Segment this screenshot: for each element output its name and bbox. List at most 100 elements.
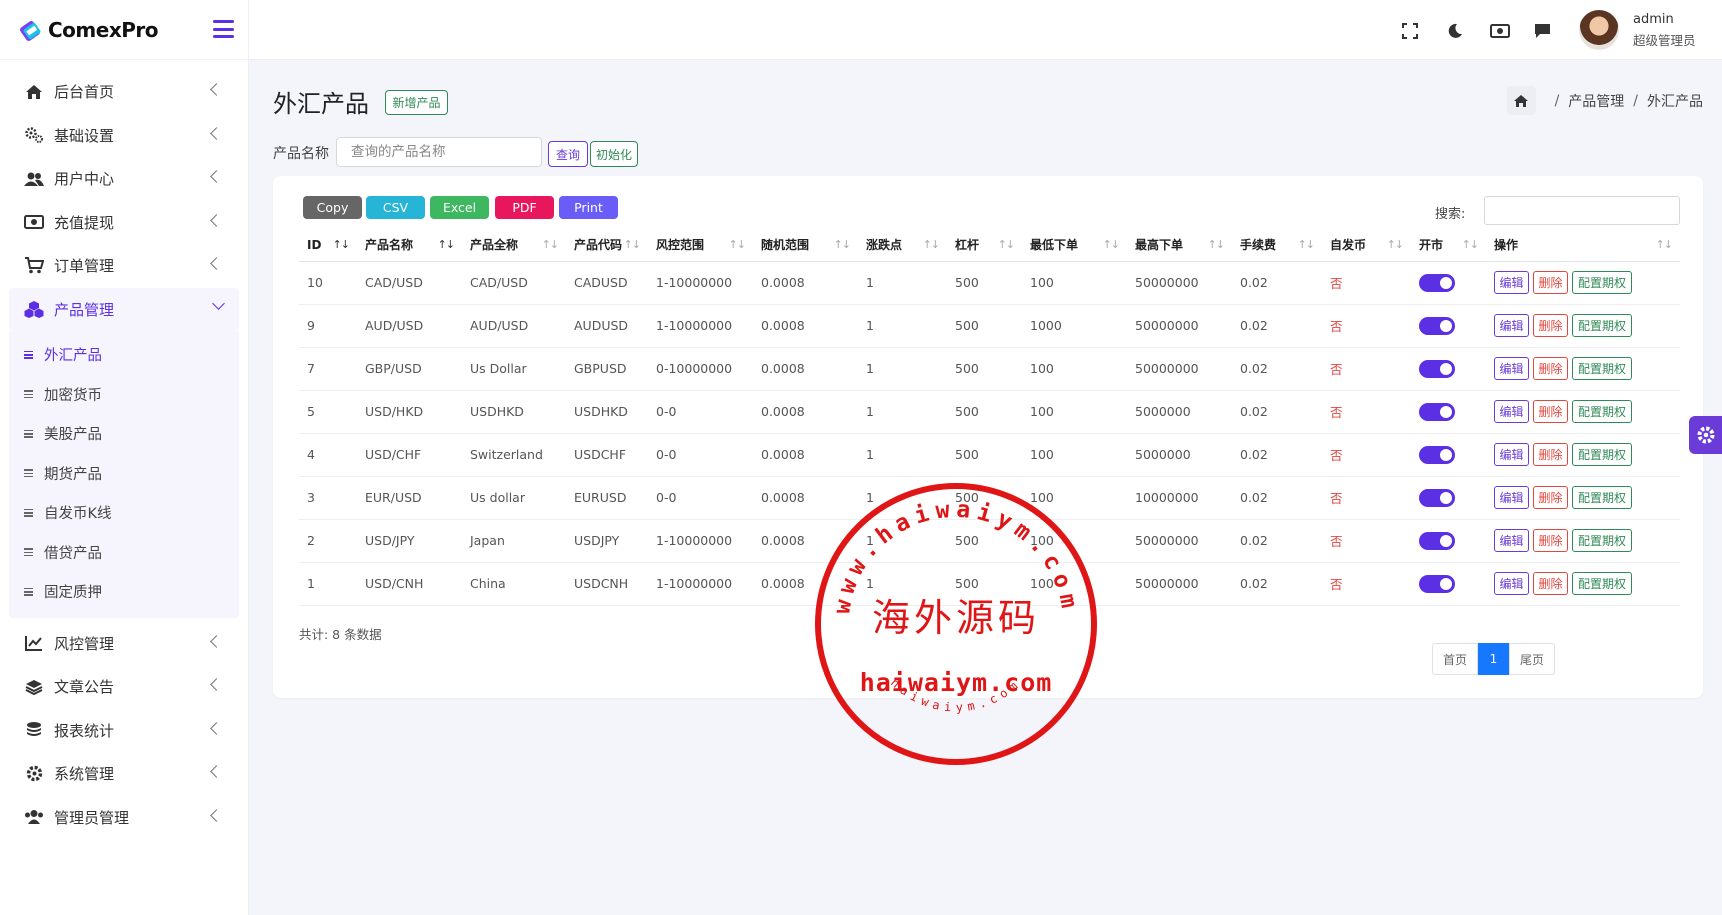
theme-settings-button[interactable]: [1689, 416, 1722, 454]
edit-button[interactable]: 编辑: [1494, 314, 1529, 337]
sort-icon[interactable]: ↑↓: [1208, 238, 1225, 251]
sort-icon[interactable]: ↑↓: [333, 238, 350, 251]
column-header[interactable]: 产品代码 ↑↓: [566, 229, 648, 262]
user-name[interactable]: admin: [1633, 12, 1674, 27]
column-header[interactable]: 开市 ↑↓: [1411, 229, 1486, 262]
column-header[interactable]: 操作 ↑↓: [1486, 229, 1680, 262]
sidebar-item-reports[interactable]: 报表统计: [0, 709, 248, 753]
sort-icon[interactable]: ↑↓: [729, 238, 746, 251]
sort-icon[interactable]: ↑↓: [923, 238, 940, 251]
column-header[interactable]: 自发币 ↑↓: [1322, 229, 1411, 262]
sort-icon[interactable]: ↑↓: [1103, 238, 1120, 251]
market-open-toggle[interactable]: [1419, 531, 1455, 550]
delete-button[interactable]: 删除: [1533, 486, 1568, 509]
delete-button[interactable]: 删除: [1533, 314, 1568, 337]
column-header[interactable]: 风控范围 ↑↓: [648, 229, 753, 262]
edit-button[interactable]: 编辑: [1494, 572, 1529, 595]
edit-button[interactable]: 编辑: [1494, 357, 1529, 380]
market-open-toggle[interactable]: [1419, 316, 1455, 335]
sidebar-item-basic-settings[interactable]: 基础设置: [0, 114, 248, 158]
sidebar-item-risk[interactable]: 风控管理: [0, 622, 248, 666]
delete-button[interactable]: 删除: [1533, 529, 1568, 552]
sidebar-item-system[interactable]: 系统管理: [0, 752, 248, 796]
copy-button[interactable]: Copy: [303, 196, 362, 219]
menu-toggle-icon[interactable]: [213, 20, 234, 38]
print-button[interactable]: Print: [559, 196, 618, 219]
product-name-search-input[interactable]: [336, 137, 542, 167]
sort-icon[interactable]: ↑↓: [438, 238, 455, 251]
delete-button[interactable]: 删除: [1533, 271, 1568, 294]
sidebar-item-dashboard[interactable]: 后台首页: [0, 70, 248, 114]
sort-icon[interactable]: ↑↓: [998, 238, 1015, 251]
edit-button[interactable]: 编辑: [1494, 443, 1529, 466]
delete-button[interactable]: 删除: [1533, 357, 1568, 380]
table-search-input[interactable]: [1484, 196, 1680, 225]
avatar[interactable]: [1579, 10, 1619, 50]
pdf-button[interactable]: PDF: [495, 196, 554, 219]
config-options-button[interactable]: 配置期权: [1572, 572, 1632, 595]
sort-icon[interactable]: ↑↓: [542, 238, 559, 251]
config-options-button[interactable]: 配置期权: [1572, 271, 1632, 294]
sort-icon[interactable]: ↑↓: [624, 238, 641, 251]
csv-button[interactable]: CSV: [366, 196, 425, 219]
sort-icon[interactable]: ↑↓: [1298, 238, 1315, 251]
config-options-button[interactable]: 配置期权: [1572, 314, 1632, 337]
market-open-toggle[interactable]: [1419, 359, 1455, 378]
edit-button[interactable]: 编辑: [1494, 486, 1529, 509]
sort-icon[interactable]: ↑↓: [834, 238, 851, 251]
column-header[interactable]: 涨跌点 ↑↓: [858, 229, 947, 262]
sort-icon[interactable]: ↑↓: [1462, 238, 1479, 251]
column-header[interactable]: 产品全称 ↑↓: [462, 229, 566, 262]
edit-button[interactable]: 编辑: [1494, 529, 1529, 552]
market-open-toggle[interactable]: [1419, 488, 1455, 507]
delete-button[interactable]: 删除: [1533, 572, 1568, 595]
breadcrumb-item[interactable]: 产品管理: [1568, 91, 1624, 111]
sidebar-subitem-us-stocks[interactable]: 美股产品: [9, 414, 239, 454]
delete-button[interactable]: 删除: [1533, 443, 1568, 466]
sidebar-subitem-crypto[interactable]: 加密货币: [9, 375, 239, 415]
column-header[interactable]: 最高下单 ↑↓: [1127, 229, 1232, 262]
column-header[interactable]: 手续费 ↑↓: [1232, 229, 1322, 262]
fullscreen-icon[interactable]: [1401, 22, 1419, 40]
config-options-button[interactable]: 配置期权: [1572, 400, 1632, 423]
last-page-button[interactable]: 尾页: [1509, 643, 1555, 675]
config-options-button[interactable]: 配置期权: [1572, 357, 1632, 380]
sidebar-item-orders[interactable]: 订单管理: [0, 244, 248, 288]
sidebar-item-products[interactable]: 产品管理: [9, 287, 239, 331]
market-open-toggle[interactable]: [1419, 574, 1455, 593]
sidebar-item-user-center[interactable]: 用户中心: [0, 157, 248, 201]
logo[interactable]: ComexPro: [0, 0, 248, 60]
market-open-toggle[interactable]: [1419, 445, 1455, 464]
dark-mode-moon-icon[interactable]: [1446, 22, 1464, 40]
column-header[interactable]: 杠杆 ↑↓: [947, 229, 1022, 262]
config-options-button[interactable]: 配置期权: [1572, 486, 1632, 509]
currency-icon[interactable]: [1490, 22, 1510, 40]
sidebar-subitem-staking[interactable]: 固定质押: [9, 572, 239, 612]
message-icon[interactable]: [1533, 22, 1552, 40]
column-header[interactable]: 产品名称 ↑↓: [357, 229, 462, 262]
sidebar-subitem-forex[interactable]: 外汇产品: [9, 335, 239, 375]
edit-button[interactable]: 编辑: [1494, 400, 1529, 423]
sidebar-item-admins[interactable]: 管理员管理: [0, 796, 248, 840]
column-header[interactable]: ID ↑↓: [299, 229, 357, 262]
config-options-button[interactable]: 配置期权: [1572, 443, 1632, 466]
sidebar-subitem-futures[interactable]: 期货产品: [9, 454, 239, 494]
reset-button[interactable]: 初始化: [590, 141, 638, 167]
add-product-button[interactable]: 新增产品: [385, 90, 448, 115]
excel-button[interactable]: Excel: [430, 196, 489, 219]
column-header[interactable]: 最低下单 ↑↓: [1022, 229, 1127, 262]
query-button[interactable]: 查询: [548, 141, 588, 167]
first-page-button[interactable]: 首页: [1432, 643, 1478, 675]
sort-icon[interactable]: ↑↓: [1387, 238, 1404, 251]
sidebar-item-recharge[interactable]: 充值提现: [0, 201, 248, 245]
sidebar-subitem-own-coin-kline[interactable]: 自发币K线: [9, 493, 239, 533]
page-1-button[interactable]: 1: [1478, 643, 1509, 675]
market-open-toggle[interactable]: [1419, 402, 1455, 421]
market-open-toggle[interactable]: [1419, 273, 1455, 292]
sidebar-subitem-loans[interactable]: 借贷产品: [9, 533, 239, 573]
config-options-button[interactable]: 配置期权: [1572, 529, 1632, 552]
sort-icon[interactable]: ↑↓: [1656, 238, 1673, 251]
column-header[interactable]: 随机范围 ↑↓: [753, 229, 858, 262]
edit-button[interactable]: 编辑: [1494, 271, 1529, 294]
home-icon[interactable]: [1506, 86, 1536, 115]
